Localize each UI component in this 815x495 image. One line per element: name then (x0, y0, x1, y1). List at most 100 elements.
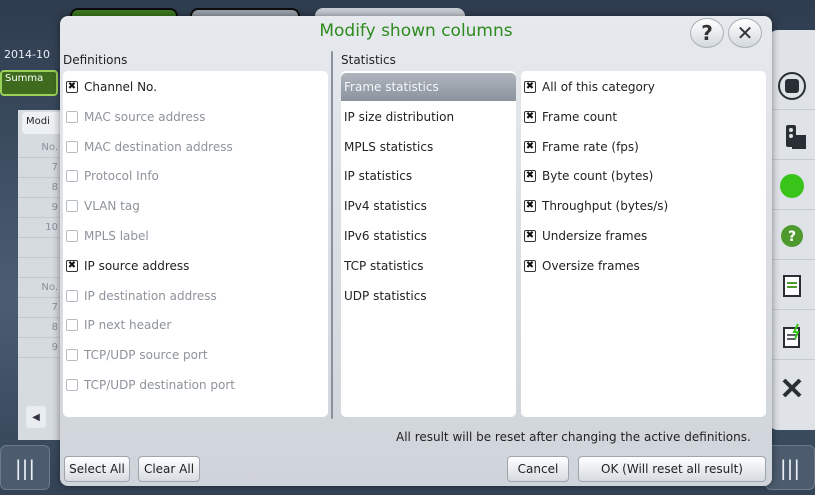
category-item[interactable]: Frame statistics (341, 73, 516, 101)
definition-item-label: VLAN tag (84, 199, 140, 214)
background-modify-button[interactable]: Modi (22, 112, 62, 134)
definition-item[interactable]: MPLS label (63, 225, 149, 247)
checkbox-unchecked-icon[interactable] (66, 289, 78, 302)
statistic-item[interactable]: ✖ All of this category (521, 76, 655, 98)
definition-item-label: IP next header (84, 318, 172, 333)
traffic-light-icon[interactable] (768, 112, 815, 160)
category-item[interactable]: MPLS statistics (341, 133, 516, 161)
svg-text:?: ? (787, 229, 795, 245)
help-button[interactable]: ? (690, 18, 724, 48)
checkbox-checked-icon[interactable]: ✖ (524, 110, 536, 123)
statistic-item-label: Undersize frames (542, 229, 648, 243)
help-icon[interactable]: ? (768, 212, 815, 260)
table-row: 7 (18, 298, 62, 318)
category-item[interactable]: UDP statistics (341, 282, 516, 310)
statistic-item[interactable]: ✖ Throughput (bytes/s) (521, 195, 668, 217)
checkbox-unchecked-icon[interactable] (66, 349, 78, 362)
close-icon: ✕ (736, 21, 754, 45)
statistic-item[interactable]: ✖ Frame count (521, 106, 617, 128)
definition-item[interactable]: IP next header (63, 314, 171, 336)
statistic-item[interactable]: ✖ Frame rate (fps) (521, 136, 639, 158)
background-date: 2014-10 (4, 48, 50, 61)
checkbox-unchecked-icon[interactable] (66, 379, 78, 391)
cancel-button[interactable]: Cancel (507, 456, 569, 482)
definition-item-label: MPLS label (84, 229, 149, 243)
definition-item-label: Channel No. (84, 80, 158, 94)
edit-report-icon[interactable] (768, 312, 815, 360)
checkbox-unchecked-icon[interactable] (66, 170, 78, 183)
statistic-item-label: Frame count (542, 109, 618, 124)
checkbox-checked-icon[interactable]: ✖ (524, 81, 536, 93)
statistics-category-list: Frame statistics IP size distribution MPLS… (341, 71, 516, 417)
close-icon[interactable] (768, 364, 815, 412)
definitions-list: ✖ Channel No. MAC source address MAC destin… (63, 71, 328, 417)
checkbox-unchecked-icon[interactable] (66, 319, 78, 332)
checkbox-checked-icon[interactable]: ✖ (524, 170, 536, 183)
checkbox-checked-icon[interactable]: ✖ (524, 230, 536, 242)
definition-item[interactable]: IP destination address (63, 285, 217, 307)
table-row: 10 (18, 218, 62, 238)
status-green-icon[interactable] (768, 162, 815, 210)
scroll-left-icon[interactable]: ◀ (26, 406, 46, 428)
divider (331, 51, 333, 419)
statistic-item-label: All of this category (542, 80, 655, 94)
checkbox-checked-icon[interactable]: ✖ (524, 140, 536, 153)
category-item[interactable]: IP size distribution (341, 103, 516, 131)
statistic-item-label: Frame rate (fps) (542, 139, 639, 154)
definition-item[interactable]: TCP/UDP destination port (63, 374, 235, 396)
category-item[interactable]: IP statistics (341, 162, 516, 190)
checkbox-unchecked-icon[interactable] (66, 230, 78, 242)
table-row: 9 (18, 198, 62, 218)
checkbox-checked-icon[interactable]: ✖ (66, 81, 78, 93)
statistic-item[interactable]: ✖ Byte count (bytes) (521, 165, 653, 187)
help-icon: ? (701, 21, 713, 45)
definition-item[interactable]: VLAN tag (63, 195, 140, 217)
table-row: No. (18, 278, 62, 298)
definition-item-label: IP source address (84, 258, 190, 273)
modify-columns-dialog: Modify shown columns ? ✕ Definitions Sta… (60, 16, 772, 486)
definition-item[interactable]: MAC destination address (63, 136, 233, 158)
reset-notice: All result will be reset after changing … (396, 430, 751, 444)
definition-item-label: MAC source address (84, 109, 206, 124)
table-row (18, 238, 62, 258)
checkbox-checked-icon[interactable]: ✖ (66, 259, 78, 272)
background-table: No. 7 8 9 10 No. 7 8 9 (18, 110, 62, 440)
category-item[interactable]: IPv6 statistics (341, 222, 516, 250)
statistic-item[interactable]: ✖ Undersize frames (521, 225, 647, 247)
table-row: 8 (18, 178, 62, 198)
table-row (18, 258, 62, 278)
dialog-title: Modify shown columns (319, 21, 513, 41)
category-item[interactable]: IPv4 statistics (341, 192, 516, 220)
checkbox-checked-icon[interactable]: ✖ (524, 259, 536, 272)
clear-all-button[interactable]: Clear All (138, 456, 200, 482)
statistics-header: Statistics (341, 53, 396, 67)
checkbox-unchecked-icon[interactable] (66, 200, 78, 213)
definition-item-label: TCP/UDP destination port (84, 378, 236, 392)
definition-item-label: IP destination address (84, 288, 217, 303)
definition-item[interactable]: TCP/UDP source port (63, 344, 208, 366)
definition-item-label: Protocol Info (84, 169, 159, 184)
table-row: 9 (18, 338, 62, 358)
close-button[interactable]: ✕ (728, 18, 762, 48)
ok-button[interactable]: OK (Will reset all result) (578, 456, 766, 482)
table-row: 8 (18, 318, 62, 338)
definition-item[interactable]: MAC source address (63, 106, 205, 128)
statistic-item[interactable]: ✖ Oversize frames (521, 255, 640, 277)
stop-icon[interactable] (768, 62, 815, 110)
background-summary-button[interactable]: Summa (0, 70, 58, 96)
checkbox-checked-icon[interactable]: ✖ (524, 200, 536, 213)
checkbox-unchecked-icon[interactable] (66, 110, 78, 123)
menu-left-icon[interactable]: ||| (0, 445, 50, 490)
definition-item[interactable]: ✖ Channel No. (63, 76, 157, 98)
definition-item[interactable]: Protocol Info (63, 165, 159, 187)
select-all-button[interactable]: Select All (64, 456, 130, 482)
definition-item-label: TCP/UDP source port (84, 348, 208, 363)
category-item[interactable]: TCP statistics (341, 252, 516, 280)
menu-right-icon[interactable]: ||| (765, 445, 815, 490)
definition-item[interactable]: ✖ IP source address (63, 255, 189, 277)
right-toolbar: ? (768, 30, 815, 430)
checkbox-unchecked-icon[interactable] (66, 140, 78, 153)
definition-item-label: MAC destination address (84, 139, 233, 154)
definitions-header: Definitions (63, 53, 128, 67)
report-icon[interactable] (768, 262, 815, 310)
